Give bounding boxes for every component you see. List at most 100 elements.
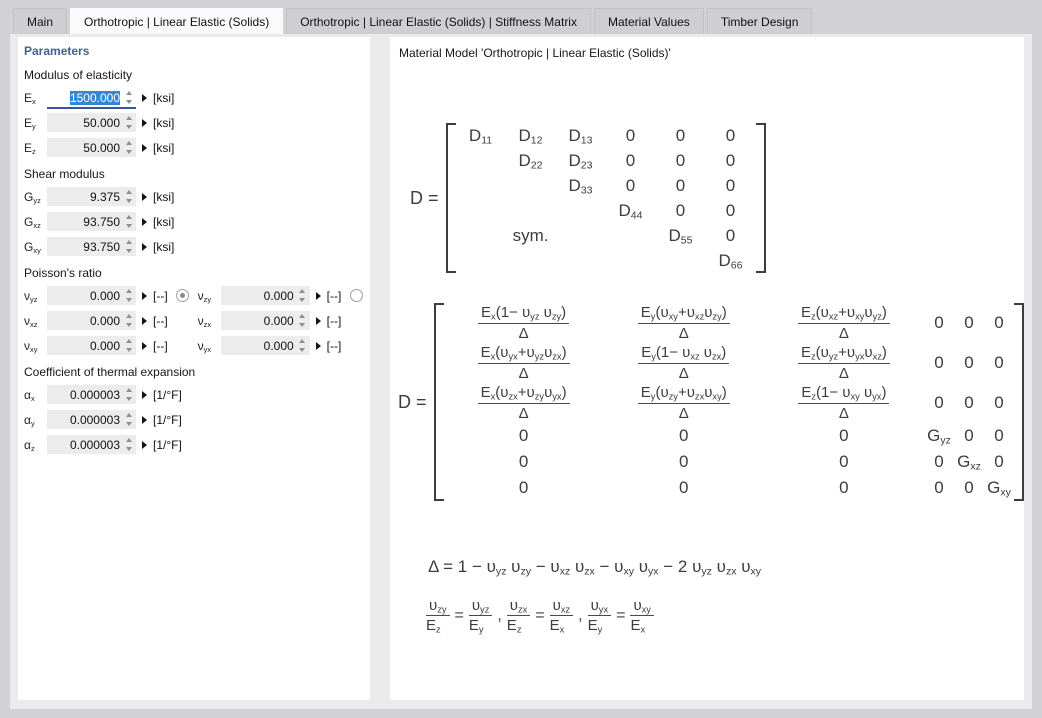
tab-main[interactable]: Main xyxy=(13,8,67,34)
param-input[interactable]: 0.000 xyxy=(221,336,310,355)
spin-up-button[interactable] xyxy=(126,413,132,417)
content-area: Parameters Modulus of elasticityEx1500.0… xyxy=(10,34,1032,709)
detail-arrow-button[interactable] xyxy=(142,441,147,449)
unit-label: [--] xyxy=(327,314,342,328)
spin-down-button[interactable] xyxy=(126,199,132,203)
matrix-cell: Gxy xyxy=(984,475,1014,501)
detail-arrow-button[interactable] xyxy=(316,292,321,300)
spin-down-button[interactable] xyxy=(299,323,305,327)
spin-up-button[interactable] xyxy=(126,339,132,343)
param-input[interactable]: 0.000003 xyxy=(47,410,136,429)
spin-down-button[interactable] xyxy=(126,224,132,228)
spin-up-button[interactable] xyxy=(126,289,132,293)
detail-arrow-button[interactable] xyxy=(142,391,147,399)
param-input[interactable]: 9.375 xyxy=(47,187,136,206)
detail-arrow-button[interactable] xyxy=(142,416,147,424)
spin-up-button[interactable] xyxy=(126,438,132,442)
param-input[interactable]: 1500.000 xyxy=(47,88,136,107)
fraction-numerator: Ey(υzy+υzxυxy) xyxy=(638,384,730,403)
spinner xyxy=(124,215,133,228)
detail-arrow-button[interactable] xyxy=(142,292,147,300)
fraction: Ez(1− υxy υyx)Δ xyxy=(798,384,889,422)
param-input[interactable]: 0.000003 xyxy=(47,385,136,404)
matrix-cell: D55 xyxy=(656,223,706,248)
spinner xyxy=(124,91,133,104)
spin-down-button[interactable] xyxy=(126,447,132,451)
matrix-lhs: D = xyxy=(410,188,439,209)
detail-arrow-button[interactable] xyxy=(316,342,321,350)
spin-up-button[interactable] xyxy=(126,388,132,392)
spin-up-button[interactable] xyxy=(126,215,132,219)
spin-up-button[interactable] xyxy=(126,141,132,145)
param-input[interactable]: 0.000 xyxy=(221,286,310,305)
param-value: 9.375 xyxy=(90,190,120,204)
param-input[interactable]: 93.750 xyxy=(47,212,136,231)
spinner xyxy=(124,240,133,253)
matrix-cell: 0 xyxy=(706,148,756,173)
spin-down-button[interactable] xyxy=(126,422,132,426)
param-label: αy xyxy=(24,413,47,427)
matrix-row: sym.D550 xyxy=(456,223,756,248)
detail-arrow-button[interactable] xyxy=(142,342,147,350)
param-input[interactable]: 0.000003 xyxy=(47,435,136,454)
fraction: Ex(υzx+υzyυyx)Δ xyxy=(478,384,570,422)
detail-arrow-button[interactable] xyxy=(142,94,147,102)
matrix-cell: 0 xyxy=(954,383,984,423)
param-input[interactable]: 0.000 xyxy=(47,311,136,330)
spin-down-button[interactable] xyxy=(126,397,132,401)
matrix-cell: 0 xyxy=(954,303,984,343)
param-value: 0.000 xyxy=(90,339,120,353)
spin-down-button[interactable] xyxy=(126,249,132,253)
spin-down-button[interactable] xyxy=(126,348,132,352)
spin-up-button[interactable] xyxy=(126,91,132,95)
material-model-title: Material Model 'Orthotropic | Linear Ela… xyxy=(399,46,671,60)
radio-poisson-left[interactable] xyxy=(176,289,189,302)
param-input[interactable]: 93.750 xyxy=(47,237,136,256)
spin-up-button[interactable] xyxy=(126,190,132,194)
tab-material-values[interactable]: Material Values xyxy=(594,8,704,34)
spin-down-button[interactable] xyxy=(299,298,305,302)
detail-arrow-button[interactable] xyxy=(142,193,147,201)
poisson-relations-formula: υzyEz=υyzEy,υzxEz=υxzEx,υyxEy=υxyEx xyxy=(426,597,654,635)
unit-label: [--] xyxy=(153,339,168,353)
matrix-row: Ex(1− υyz υzy)ΔEy(υxy+υxzυzy)ΔEz(υxz+υxy… xyxy=(444,303,1014,343)
tab-timber-design[interactable]: Timber Design xyxy=(707,8,813,34)
param-input[interactable]: 50.000 xyxy=(47,138,136,157)
detail-arrow-button[interactable] xyxy=(142,317,147,325)
spin-down-button[interactable] xyxy=(126,298,132,302)
matrix-table: D11D12D13000D22D23000D33000D4400sym.D550… xyxy=(456,123,756,273)
fraction-denominator: Δ xyxy=(638,364,729,382)
detail-arrow-button[interactable] xyxy=(316,317,321,325)
detail-arrow-button[interactable] xyxy=(142,243,147,251)
spin-up-button[interactable] xyxy=(126,116,132,120)
detail-arrow-button[interactable] xyxy=(142,218,147,226)
spin-down-button[interactable] xyxy=(126,323,132,327)
spinner xyxy=(124,388,133,401)
param-input[interactable]: 0.000 xyxy=(47,286,136,305)
spin-down-button[interactable] xyxy=(126,125,132,129)
spin-down-button[interactable] xyxy=(126,150,132,154)
spin-up-button[interactable] xyxy=(299,314,305,318)
param-input[interactable]: 0.000 xyxy=(221,311,310,330)
spin-up-button[interactable] xyxy=(299,339,305,343)
matrix-cell xyxy=(556,223,606,248)
param-input[interactable]: 0.000 xyxy=(47,336,136,355)
radio-poisson-right[interactable] xyxy=(350,289,363,302)
radio-slot xyxy=(170,289,196,302)
tab-orthotropic-linear-elastic-solids[interactable]: Orthotropic | Linear Elastic (Solids) xyxy=(70,8,283,34)
spinner xyxy=(298,339,307,352)
matrix-cell: 0 xyxy=(706,223,756,248)
spin-down-button[interactable] xyxy=(126,100,132,104)
fraction-denominator: Δ xyxy=(478,404,570,422)
spin-up-button[interactable] xyxy=(126,314,132,318)
spin-up-button[interactable] xyxy=(126,240,132,244)
tab-stiffness-matrix[interactable]: Orthotropic | Linear Elastic (Solids) | … xyxy=(286,8,591,34)
param-input[interactable]: 50.000 xyxy=(47,113,136,132)
formula-separator: , xyxy=(578,607,582,625)
spin-up-button[interactable] xyxy=(299,289,305,293)
detail-arrow-button[interactable] xyxy=(142,119,147,127)
detail-arrow-button[interactable] xyxy=(142,144,147,152)
matrix-cell xyxy=(506,248,556,273)
spin-down-button[interactable] xyxy=(299,348,305,352)
matrix-cell: 0 xyxy=(604,449,764,475)
